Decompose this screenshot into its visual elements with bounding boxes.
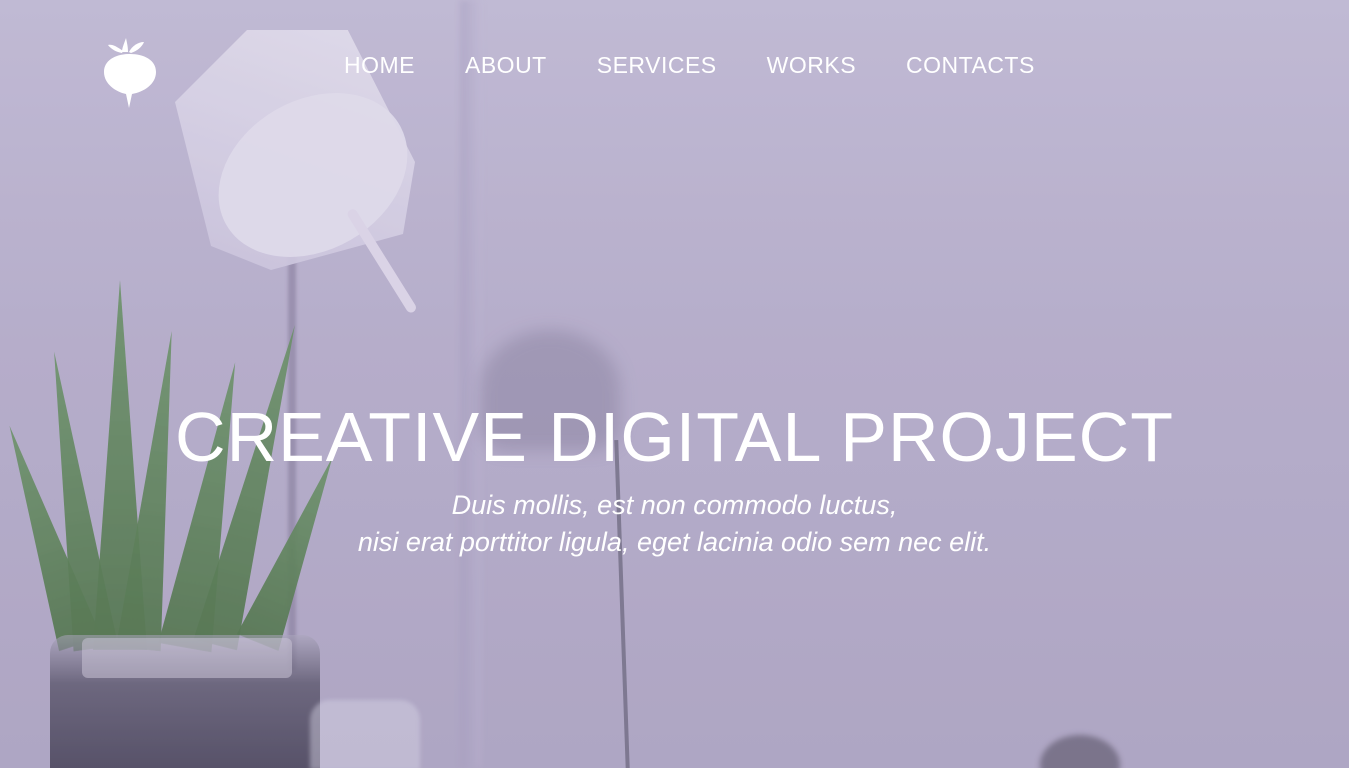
nav-about[interactable]: ABOUT (465, 50, 547, 80)
radish-logo-icon[interactable] (102, 34, 158, 110)
nav-works[interactable]: WORKS (767, 50, 856, 80)
nav-contacts[interactable]: CONTACTS (906, 50, 1035, 80)
hero-subtitle-line-2: nisi erat porttitor ligula, eget lacinia… (357, 527, 992, 557)
main-nav: HOME ABOUT SERVICES WORKS CONTACTS (344, 50, 1035, 80)
hero-title: CREATIVE DIGITAL PROJECT (175, 398, 1174, 476)
hero-section: HOME ABOUT SERVICES WORKS CONTACTS CREAT… (0, 0, 1349, 768)
nav-services[interactable]: SERVICES (597, 50, 717, 80)
hero-subtitle-line-1: Duis mollis, est non commodo luctus, (451, 490, 898, 520)
hero-subtitle: Duis mollis, est non commodo luctus, nis… (0, 487, 1349, 561)
purple-overlay (0, 0, 1349, 768)
radish-logo-svg (104, 38, 156, 108)
nav-home[interactable]: HOME (344, 50, 415, 80)
